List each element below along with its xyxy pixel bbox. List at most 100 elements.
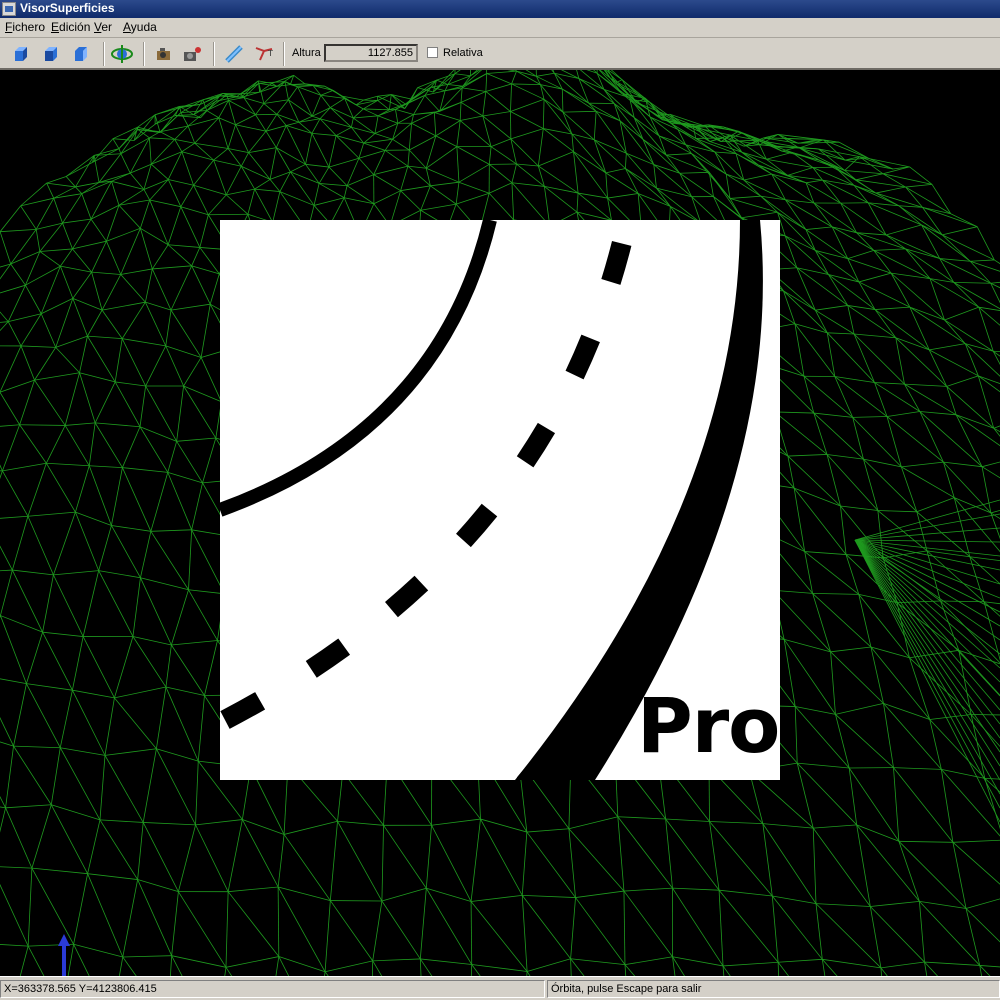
camera-settings-icon[interactable] xyxy=(180,42,204,66)
mesh-edge xyxy=(87,819,101,874)
mesh-edge xyxy=(191,482,203,530)
mesh-edge xyxy=(870,900,920,907)
mesh-edge xyxy=(718,890,724,966)
mesh-edge xyxy=(847,258,892,274)
menu-ayuda[interactable]: Ayuda xyxy=(123,20,157,34)
mesh-edge xyxy=(151,151,182,165)
mesh-edge xyxy=(743,173,772,181)
mesh-edge xyxy=(729,195,761,199)
mesh-edge xyxy=(26,683,61,748)
mesh-edge xyxy=(796,763,814,829)
mesh-edge xyxy=(665,818,673,889)
profile-icon[interactable]: T xyxy=(252,42,276,66)
mesh-edge xyxy=(456,120,461,147)
camera-icon[interactable] xyxy=(152,42,176,66)
mesh-edge xyxy=(218,117,229,149)
mesh-edge xyxy=(812,592,859,595)
mesh-edge xyxy=(762,823,817,904)
mesh-edge xyxy=(522,894,576,898)
mesh-edge xyxy=(46,182,55,199)
mesh-edge xyxy=(7,285,26,322)
mesh-edge xyxy=(803,375,853,418)
mesh-edge xyxy=(904,383,957,416)
mesh-edge xyxy=(510,98,545,112)
mesh-edge xyxy=(373,174,401,192)
mesh-edge xyxy=(905,186,923,208)
view-front-cube-icon[interactable] xyxy=(10,42,34,66)
mesh-edge xyxy=(34,379,66,426)
menu-edicion[interactable]: Edición xyxy=(51,20,90,34)
mesh-edge xyxy=(149,199,169,245)
mesh-edge xyxy=(149,137,175,140)
mesh-edge xyxy=(120,274,146,303)
mesh-edge xyxy=(87,309,103,337)
relativa-checkbox[interactable] xyxy=(427,47,438,58)
mesh-edge xyxy=(111,180,145,190)
mesh-edge xyxy=(167,206,182,245)
mesh-edge xyxy=(8,313,42,323)
view-side-cube-icon[interactable] xyxy=(40,42,64,66)
mesh-edge xyxy=(405,86,432,105)
mesh-edge xyxy=(372,958,421,962)
mesh-edge xyxy=(981,466,1000,479)
mesh-edge xyxy=(2,462,47,472)
menu-fichero[interactable]: Fichero xyxy=(5,20,45,34)
mesh-edge xyxy=(470,819,481,902)
mesh-edge xyxy=(226,94,229,101)
mesh-edge xyxy=(104,697,115,756)
mesh-edge xyxy=(426,167,460,183)
mesh-edge xyxy=(19,424,47,464)
mesh-edge xyxy=(603,89,615,104)
mesh-edge xyxy=(329,821,338,901)
mesh-edge xyxy=(65,422,96,426)
menu-ver[interactable]: Ver xyxy=(94,20,112,34)
mesh-edge xyxy=(92,138,114,163)
mesh-edge xyxy=(180,110,207,114)
toolbar-separator xyxy=(143,42,145,66)
mesh-edge xyxy=(150,529,192,532)
mesh-edge xyxy=(834,376,854,418)
mesh-edge xyxy=(197,695,205,762)
mesh-edge xyxy=(142,822,179,892)
mesh-edge xyxy=(822,179,841,204)
mesh-edge xyxy=(848,767,858,825)
mesh-edge xyxy=(111,467,123,526)
measure-icon[interactable] xyxy=(222,42,246,66)
mesh-edge xyxy=(374,115,379,134)
orbit-icon[interactable] xyxy=(110,42,134,66)
mesh-edge xyxy=(27,516,54,576)
mesh-edge xyxy=(191,247,201,266)
mesh-edge xyxy=(679,173,693,197)
mesh-edge xyxy=(171,640,218,646)
view-top-cube-icon[interactable] xyxy=(70,42,94,66)
mesh-edge xyxy=(814,250,829,275)
mesh-edge xyxy=(112,138,120,149)
mesh-edge xyxy=(87,873,138,880)
mesh-edge xyxy=(165,686,205,696)
mesh-edge xyxy=(867,202,922,226)
mesh-edge xyxy=(149,179,169,201)
mesh-edge xyxy=(40,266,61,314)
mesh-edge xyxy=(573,151,608,199)
mesh-edge xyxy=(929,343,966,351)
mesh-edge xyxy=(568,816,618,830)
mesh-edge xyxy=(195,824,229,892)
mesh-edge xyxy=(25,284,42,314)
mesh-edge xyxy=(0,392,20,425)
mesh-edge xyxy=(0,379,35,393)
mesh-edge xyxy=(411,122,437,137)
mesh-edge xyxy=(82,636,115,699)
mesh-edge xyxy=(870,646,931,720)
altura-input[interactable]: 1127.855 xyxy=(324,44,418,62)
mesh-edge xyxy=(562,88,597,112)
mesh-edge xyxy=(543,128,574,152)
mesh-edge xyxy=(685,144,727,175)
mesh-edge xyxy=(941,234,971,262)
mesh-edge xyxy=(363,108,379,117)
mesh-edge xyxy=(384,139,393,151)
mesh-edge xyxy=(815,305,848,311)
mesh-edge xyxy=(0,231,12,265)
mesh-edge xyxy=(324,900,331,972)
mesh-edge xyxy=(381,825,384,902)
mesh-edge xyxy=(225,891,229,968)
